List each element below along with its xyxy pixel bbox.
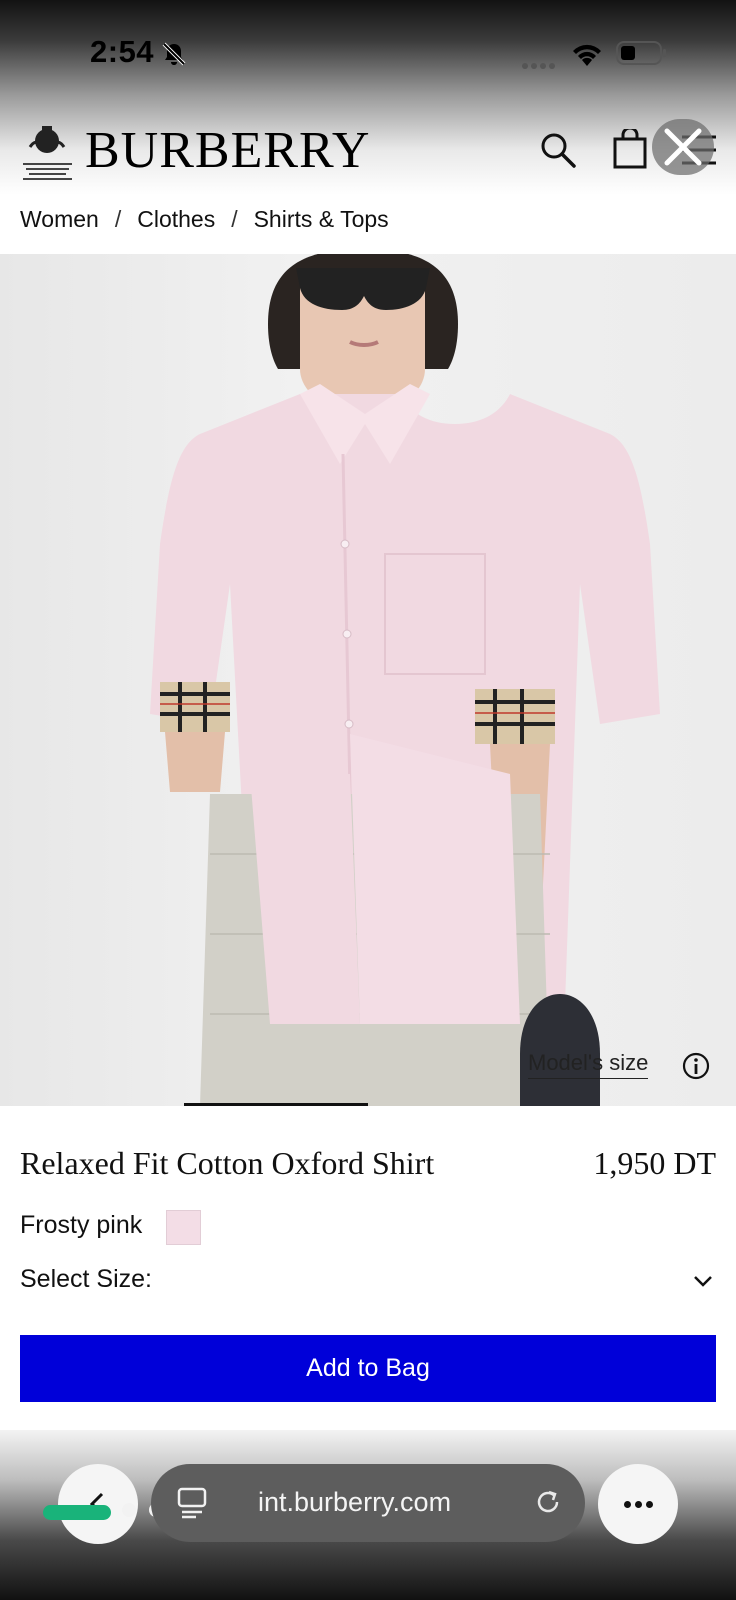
breadcrumb-women[interactable]: Women [20, 206, 99, 232]
breadcrumb-clothes[interactable]: Clothes [137, 206, 215, 232]
gallery-position-indicator [184, 1103, 368, 1106]
product-price: 1,950 DT [593, 1145, 716, 1181]
url-text[interactable]: int.burberry.com [258, 1487, 451, 1518]
site-header: BURBERRY [0, 115, 736, 195]
brand-logo[interactable]: BURBERRY [85, 123, 370, 179]
add-to-bag-button[interactable]: Add to Bag [20, 1335, 716, 1402]
product-title: Relaxed Fit Cotton Oxford Shirt [20, 1145, 435, 1181]
breadcrumb-separator: / [114, 206, 122, 232]
info-icon[interactable] [682, 1052, 710, 1080]
breadcrumb: Women / Clothes / Shirts & Tops [20, 200, 389, 240]
battery-icon [616, 41, 666, 65]
reload-icon[interactable] [532, 1486, 564, 1518]
shopping-bag-icon[interactable] [612, 129, 648, 169]
royal-warrant-crest-icon [23, 126, 72, 180]
status-bar: 2:54 [0, 0, 736, 100]
model-size-link[interactable]: Model's size [528, 1050, 649, 1079]
model-illustration [150, 254, 660, 1106]
search-icon[interactable] [538, 130, 578, 170]
more-options-button[interactable] [598, 1464, 678, 1544]
color-name: Frosty pink [20, 1211, 143, 1239]
color-swatch[interactable] [166, 1210, 201, 1245]
chevron-down-icon[interactable] [692, 1270, 714, 1292]
breadcrumb-separator: / [231, 206, 238, 232]
cellular-signal-icon [522, 56, 558, 74]
wifi-icon [573, 44, 601, 66]
status-time: 2:54 [90, 34, 155, 69]
close-icon [664, 128, 702, 166]
bell-muted-icon [162, 42, 186, 66]
close-button[interactable] [652, 119, 714, 175]
tabs-icon[interactable] [176, 1486, 212, 1520]
page-load-progress [43, 1505, 111, 1520]
product-image[interactable] [0, 254, 736, 1106]
size-selector-label[interactable]: Select Size: [20, 1265, 152, 1294]
breadcrumb-shirts-tops[interactable]: Shirts & Tops [254, 206, 389, 232]
